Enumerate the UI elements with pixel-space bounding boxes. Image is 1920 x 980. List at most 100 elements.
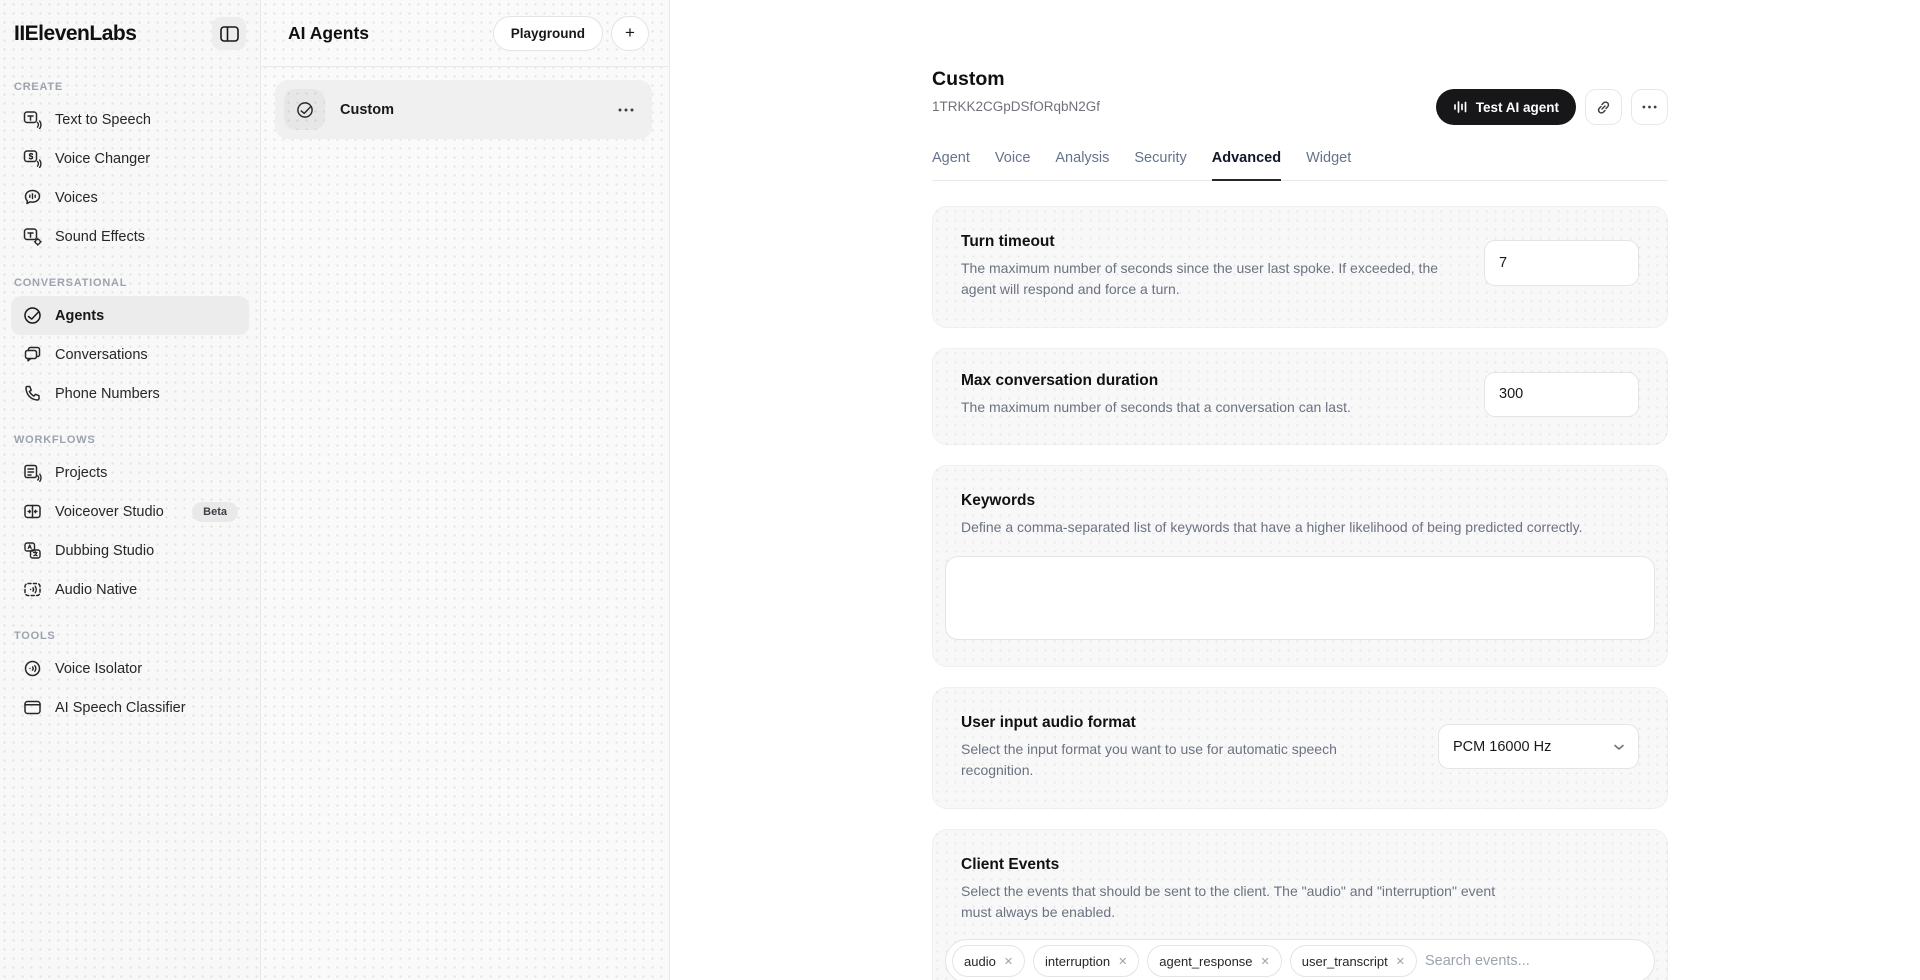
- conversations-icon: [22, 345, 42, 365]
- tab-security[interactable]: Security: [1134, 150, 1186, 181]
- dots-horizontal-icon: [1642, 105, 1657, 109]
- agent-row-more-button[interactable]: [614, 104, 638, 116]
- plus-icon: +: [625, 23, 635, 43]
- sidebar-item-audio-native[interactable]: Audio Native: [11, 570, 249, 609]
- copy-link-button[interactable]: [1585, 89, 1622, 125]
- selected-option: PCM 16000 Hz: [1453, 739, 1613, 755]
- sidebar-item-agents[interactable]: Agents: [11, 296, 249, 335]
- sidebar-item-label: Conversations: [55, 347, 148, 363]
- agent-name: Custom: [340, 102, 614, 118]
- sidebar-item-voice-isolator[interactable]: Voice Isolator: [11, 649, 249, 688]
- beta-badge: Beta: [192, 502, 238, 522]
- sidebar-item-phone-numbers[interactable]: Phone Numbers: [11, 374, 249, 413]
- panel-toggle-icon: [220, 26, 239, 42]
- max-duration-input[interactable]: [1484, 372, 1639, 417]
- agent-header: Custom 1TRKK2CGpDSfORqbN2Gf: [932, 68, 1100, 114]
- sidebar-item-label: Voice Isolator: [55, 661, 142, 677]
- sidebar-item-dubbing-studio[interactable]: Dubbing Studio: [11, 531, 249, 570]
- remove-tag-icon[interactable]: ✕: [1261, 955, 1270, 968]
- remove-tag-icon[interactable]: ✕: [1004, 955, 1013, 968]
- tag-label: audio: [964, 954, 996, 969]
- audio-native-icon: [22, 580, 42, 600]
- card-title: Keywords: [961, 492, 1639, 510]
- max-duration-card: Max conversation duration The maximum nu…: [932, 348, 1668, 445]
- sidebar-item-label: Sound Effects: [55, 229, 145, 245]
- audio-format-card: User input audio format Select the input…: [932, 687, 1668, 809]
- turn-timeout-input[interactable]: [1484, 240, 1639, 286]
- playground-button[interactable]: Playground: [493, 16, 603, 51]
- client-events-tag-input[interactable]: audio ✕ interruption ✕ agent_response ✕ …: [945, 939, 1655, 980]
- text-to-speech-icon: [22, 110, 42, 130]
- sidebar-item-text-to-speech[interactable]: Text to Speech: [11, 100, 249, 139]
- dubbing-studio-icon: [22, 541, 42, 561]
- card-description: Select the input format you want to use …: [961, 739, 1406, 782]
- collapse-sidebar-button[interactable]: [212, 17, 246, 50]
- chevron-down-icon: [1613, 743, 1625, 751]
- tab-agent[interactable]: Agent: [932, 150, 970, 181]
- section-label-create: CREATE: [14, 81, 246, 93]
- agent-id: 1TRKK2CGpDSfORqbN2Gf: [932, 99, 1100, 114]
- sidebar-item-label: Voiceover Studio: [55, 504, 164, 520]
- elevenlabs-logo: IIElevenLabs: [14, 22, 136, 46]
- tab-advanced[interactable]: Advanced: [1212, 150, 1281, 181]
- card-description: Define a comma-separated list of keyword…: [961, 517, 1591, 538]
- card-title: Client Events: [961, 856, 1639, 874]
- dots-horizontal-icon: [618, 108, 634, 112]
- sidebar-item-voiceover-studio[interactable]: Voiceover Studio Beta: [11, 492, 249, 531]
- sidebar-item-label: Voices: [55, 190, 98, 206]
- panel-title: AI Agents: [288, 23, 493, 44]
- remove-tag-icon[interactable]: ✕: [1118, 955, 1127, 968]
- sidebar-item-label: Agents: [55, 308, 104, 324]
- agent-avatar: [284, 89, 325, 130]
- tag-label: interruption: [1045, 954, 1110, 969]
- card-description: The maximum number of seconds since the …: [961, 258, 1466, 301]
- tab-bar: Agent Voice Analysis Security Advanced W…: [932, 150, 1668, 181]
- sidebar-item-ai-speech-classifier[interactable]: AI Speech Classifier: [11, 688, 249, 727]
- speech-classifier-icon: [22, 698, 42, 718]
- keywords-card: Keywords Define a comma-separated list o…: [932, 465, 1668, 667]
- phone-icon: [22, 384, 42, 404]
- section-label-workflows: WORKFLOWS: [14, 434, 246, 446]
- sidebar: IIElevenLabs CREATE Text to Speech: [0, 0, 261, 980]
- add-agent-button[interactable]: +: [611, 16, 649, 51]
- voice-isolator-icon: [22, 659, 42, 679]
- sidebar-item-label: Audio Native: [55, 582, 137, 598]
- agents-list-panel: AI Agents Playground + Custom: [261, 0, 670, 980]
- sidebar-item-label: Dubbing Studio: [55, 543, 154, 559]
- card-description: Select the events that should be sent to…: [961, 881, 1521, 924]
- more-options-button[interactable]: [1631, 89, 1668, 125]
- client-events-card: Client Events Select the events that sho…: [932, 829, 1668, 980]
- sidebar-item-voice-changer[interactable]: Voice Changer: [11, 139, 249, 178]
- keywords-textarea[interactable]: [945, 556, 1655, 640]
- tag-label: agent_response: [1159, 954, 1252, 969]
- tag-audio: audio ✕: [952, 945, 1025, 977]
- tag-user-transcript: user_transcript ✕: [1290, 945, 1417, 977]
- sidebar-item-label: Text to Speech: [55, 112, 151, 128]
- sidebar-item-sound-effects[interactable]: Sound Effects: [11, 217, 249, 256]
- audio-format-select[interactable]: PCM 16000 Hz: [1438, 724, 1639, 769]
- sound-effects-icon: [22, 227, 42, 247]
- tab-voice[interactable]: Voice: [995, 150, 1030, 181]
- test-ai-agent-button[interactable]: Test AI agent: [1436, 89, 1576, 125]
- agent-list-item-custom[interactable]: Custom: [275, 80, 652, 139]
- sidebar-item-voices[interactable]: Voices: [11, 178, 249, 217]
- voiceover-studio-icon: [22, 502, 42, 522]
- test-button-label: Test AI agent: [1476, 100, 1559, 115]
- sidebar-item-label: AI Speech Classifier: [55, 700, 186, 716]
- tab-widget[interactable]: Widget: [1306, 150, 1351, 181]
- agent-check-icon: [296, 101, 314, 119]
- sidebar-item-label: Projects: [55, 465, 107, 481]
- tag-label: user_transcript: [1302, 954, 1388, 969]
- tab-analysis[interactable]: Analysis: [1055, 150, 1109, 181]
- turn-timeout-card: Turn timeout The maximum number of secon…: [932, 206, 1668, 328]
- section-label-tools: TOOLS: [14, 630, 246, 642]
- voice-changer-icon: [22, 149, 42, 169]
- search-events-input[interactable]: [1425, 953, 1648, 969]
- sidebar-item-label: Phone Numbers: [55, 386, 160, 402]
- voices-icon: [22, 188, 42, 208]
- projects-icon: [22, 463, 42, 483]
- agent-detail-panel: Custom 1TRKK2CGpDSfORqbN2Gf Test AI agen…: [670, 0, 1920, 980]
- sidebar-item-projects[interactable]: Projects: [11, 453, 249, 492]
- sidebar-item-conversations[interactable]: Conversations: [11, 335, 249, 374]
- remove-tag-icon[interactable]: ✕: [1396, 955, 1405, 968]
